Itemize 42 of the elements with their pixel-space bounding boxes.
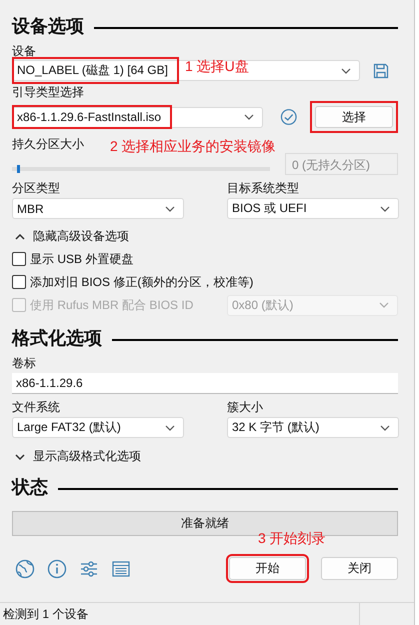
field-label: 引导类型选择 <box>12 85 84 99</box>
annotation-text: 1 选择U盘 <box>185 58 249 76</box>
advanced-options-toggle[interactable]: 隐藏高级设备选项 <box>12 228 129 245</box>
chevron-down-icon <box>341 68 351 74</box>
section-title: 状态 <box>12 476 48 499</box>
status-text: 检测到 1 个设备 <box>3 606 90 622</box>
settings-icon[interactable] <box>79 558 99 578</box>
chevron-down-icon <box>379 302 389 308</box>
field-label: 分区类型 <box>12 181 60 195</box>
volume-label-field[interactable]: x86-1.1.29.6 <box>12 373 398 394</box>
info-icon[interactable] <box>47 558 67 578</box>
partition-scheme-dropdown[interactable]: MBR <box>12 198 184 219</box>
chevron-down-icon <box>165 206 175 212</box>
section-title: 格式化选项 <box>12 327 102 350</box>
checkbox[interactable]: 添加对旧 BIOS 修正(额外的分区，校准等) <box>12 274 254 290</box>
field-label: 设备 <box>12 44 36 58</box>
select-button[interactable]: 选择 <box>315 106 393 128</box>
target-system-dropdown[interactable]: BIOS 或 UEFI <box>227 198 399 219</box>
save-icon[interactable] <box>373 62 389 78</box>
file-system-dropdown[interactable]: Large FAT32 (默认) <box>12 417 184 438</box>
chevron-icon <box>15 454 25 460</box>
section-title: 设备选项 <box>12 15 84 38</box>
chevron-down-icon <box>380 424 390 430</box>
action-button[interactable]: 关闭 <box>321 557 398 580</box>
chevron-icon <box>15 234 25 240</box>
chevron-down-icon <box>244 114 254 120</box>
field-label: 持久分区大小 <box>12 137 84 151</box>
log-icon[interactable] <box>111 558 131 578</box>
checkbox[interactable]: 显示 USB 外置硬盘 <box>12 250 134 268</box>
field-label: 簇大小 <box>227 400 263 414</box>
chevron-down-icon <box>380 206 390 212</box>
annotation-text: 2 选择相应业务的安装镜像 <box>110 138 276 156</box>
field-label: 目标系统类型 <box>227 181 299 195</box>
advanced-options-toggle[interactable]: 显示高级格式化选项 <box>12 448 141 465</box>
globe-icon[interactable] <box>15 558 35 578</box>
boot-selection-dropdown[interactable]: x86-1.1.29.6-FastInstall.iso <box>12 106 264 128</box>
action-button[interactable]: 开始 <box>229 557 306 580</box>
cluster-size-dropdown[interactable]: 32 K 字节 (默认) <box>227 417 399 438</box>
chevron-down-icon <box>165 424 175 430</box>
field-label: 文件系统 <box>12 400 60 414</box>
check-circle-icon[interactable] <box>280 108 298 126</box>
field-label: 卷标 <box>12 356 36 370</box>
